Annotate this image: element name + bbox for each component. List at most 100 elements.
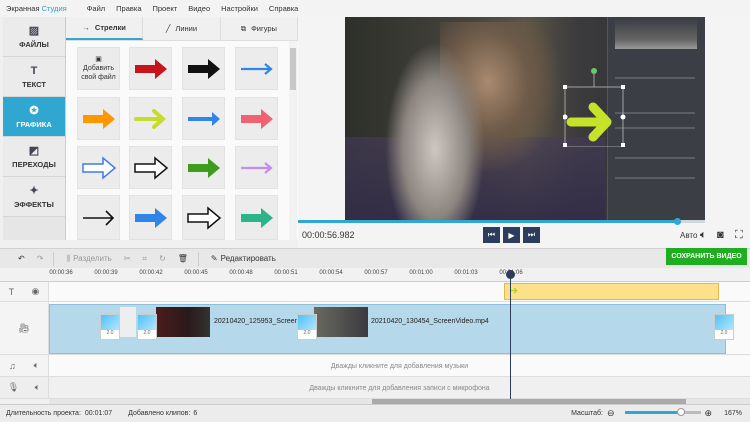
image-icon: ▨: [28, 25, 40, 37]
arrow-icon: [82, 108, 115, 129]
histogram: [615, 19, 697, 49]
delete-button[interactable]: 🗑︎: [178, 254, 188, 263]
playback-progress-handle[interactable]: [673, 218, 681, 225]
edit-label: Редактировать: [220, 254, 276, 263]
ruler-tick-label: 00:00:51: [274, 270, 298, 276]
tab-0[interactable]: → Стрелки: [66, 17, 144, 40]
sidebar-item-2[interactable]: ✪ ГРАФИКА: [3, 97, 65, 137]
tab-2[interactable]: ⧉ Фигуры: [221, 17, 298, 40]
arrow-overlay-selected[interactable]: [563, 67, 627, 147]
tab-label: Фигуры: [251, 24, 277, 33]
shapes-icon: ⧉: [240, 23, 247, 33]
playhead-handle[interactable]: [506, 270, 515, 279]
add-file-button[interactable]: ▣ Добавить свой файл: [77, 47, 120, 90]
undo-icon: ↶: [18, 254, 25, 263]
save-video-button[interactable]: СОХРАНИТЬ ВИДЕО: [666, 248, 747, 265]
rotate-button[interactable]: ↻: [159, 254, 166, 263]
divider: [197, 251, 199, 266]
ruler-tick-label: 00:00:42: [139, 270, 163, 276]
scale-slider-fill: [625, 411, 682, 414]
panel-scroll-thumb[interactable]: [290, 48, 296, 90]
sidebar-item-0[interactable]: ▨ ФАЙЛЫ: [3, 17, 65, 57]
arrow-item[interactable]: [77, 195, 120, 240]
transition-block[interactable]: 2.0: [297, 314, 317, 340]
transition-duration: 2.0: [106, 330, 114, 336]
add-file-icon: ▣: [95, 56, 102, 63]
edit-toolbar: ↶ ↷ ⫼ Разделить ✂ ⌗ ↻ 🗑︎ ✎ Редактировать: [0, 248, 750, 268]
redo-button[interactable]: ↷: [37, 254, 44, 263]
duration-value: 00:01:07: [84, 410, 113, 417]
play-icon: ▶: [508, 230, 515, 240]
trash-icon: 🗑︎: [177, 254, 188, 263]
cut-button[interactable]: ✂: [124, 254, 131, 263]
visibility-icon[interactable]: ◉: [31, 286, 39, 297]
volume-icon[interactable]: 🔈︎: [700, 229, 707, 242]
arrow-item[interactable]: [235, 47, 278, 90]
zoom-in-icon[interactable]: ⊕: [705, 408, 713, 419]
mic-track[interactable]: Дважды кликните для добавления записи с …: [49, 377, 750, 399]
transition-duration: 2.0: [303, 330, 311, 336]
menu-item[interactable]: Настройки: [221, 4, 258, 13]
menu-item[interactable]: Правка: [116, 4, 141, 13]
arrow-item[interactable]: [235, 146, 278, 189]
arrow-item[interactable]: [235, 195, 278, 240]
fullscreen-icon[interactable]: ⛶: [735, 229, 743, 242]
transition-block[interactable]: 2.0: [714, 314, 734, 340]
app-title-part1: Экранная: [6, 4, 40, 13]
video-track-header: 🎥︎: [0, 302, 49, 355]
clips-value: 6: [193, 410, 198, 417]
skip-back-button[interactable]: ⏮: [483, 227, 500, 243]
arrow-item[interactable]: [182, 47, 225, 90]
menu-item[interactable]: Проект: [153, 4, 178, 13]
arrow-item[interactable]: [182, 97, 225, 140]
tab-1[interactable]: ╱ Линии: [143, 17, 221, 40]
menu-item[interactable]: Справка: [269, 4, 298, 13]
music-track[interactable]: Дважды кликните для добавления музыки: [49, 355, 750, 377]
transition-block[interactable]: 2.0: [137, 314, 157, 340]
arrow-graphic-clip[interactable]: ➜: [504, 283, 719, 300]
mic-hint: Дважды кликните для добавления записи с …: [309, 385, 490, 392]
arrow-item[interactable]: [129, 146, 172, 189]
sidebar-item-1[interactable]: T ТЕКСТ: [3, 57, 65, 97]
volume-icon[interactable]: 🔈︎: [34, 360, 39, 371]
zoom-out-icon[interactable]: ⊖: [607, 408, 615, 419]
volume-icon[interactable]: 🔈︎: [35, 382, 40, 393]
duration-label: Длительность проекта:: [6, 410, 81, 417]
playhead[interactable]: [510, 270, 511, 400]
skip-back-icon: ⏮: [487, 230, 496, 239]
sidebar-item-3[interactable]: ◩ ПЕРЕХОДЫ: [3, 137, 65, 177]
arrow-item[interactable]: [77, 97, 120, 140]
sidebar-item-label: ФАЙЛЫ: [19, 40, 49, 49]
menu-item[interactable]: Файл: [87, 4, 105, 13]
arrow-icon: [133, 108, 166, 129]
edit-button[interactable]: ✎ Редактировать: [211, 254, 276, 263]
clip-thumbnail: [120, 307, 136, 337]
tab-label: Стрелки: [94, 23, 126, 32]
skip-forward-button[interactable]: ⏭: [523, 227, 540, 243]
crop-button[interactable]: ⌗: [143, 254, 148, 264]
clips-label: Добавлено клипов:: [128, 410, 191, 417]
video-preview[interactable]: [345, 17, 705, 220]
transition-thumbnail: [138, 315, 156, 330]
sidebar: ▨ ФАЙЛЫ T ТЕКСТ ✪ ГРАФИКА ◩ ПЕРЕХОДЫ ✦ ЭФФЕКТЫ: [3, 17, 66, 240]
music-note-icon: ♫: [8, 360, 16, 371]
camera-icon[interactable]: ◙: [717, 229, 724, 241]
undo-button[interactable]: ↶: [18, 254, 25, 263]
arrow-item[interactable]: [235, 97, 278, 140]
split-button[interactable]: ⫼ Разделить: [66, 254, 111, 264]
arrow-item[interactable]: [129, 195, 172, 240]
crop-icon: ⌗: [142, 253, 148, 263]
quality-selector[interactable]: Авто: [680, 231, 697, 240]
arrow-item[interactable]: [77, 146, 120, 189]
menu-item[interactable]: Видео: [188, 4, 210, 13]
arrow-item[interactable]: [182, 146, 225, 189]
clip-name: 20210420_125953_ScreenV: [214, 318, 304, 325]
transition-thumbnail: [101, 315, 119, 330]
arrow-item[interactable]: [129, 97, 172, 140]
transition-block[interactable]: 2.0: [100, 314, 120, 340]
play-button[interactable]: ▶: [503, 227, 520, 243]
timeline-ruler[interactable]: 00:00:36 00:00:39 00:00:42 00:00:45 00:00:48…: [0, 268, 750, 282]
sidebar-item-4[interactable]: ✦ ЭФФЕКТЫ: [3, 177, 65, 217]
arrow-item[interactable]: [129, 47, 172, 90]
arrow-item[interactable]: [182, 195, 225, 240]
